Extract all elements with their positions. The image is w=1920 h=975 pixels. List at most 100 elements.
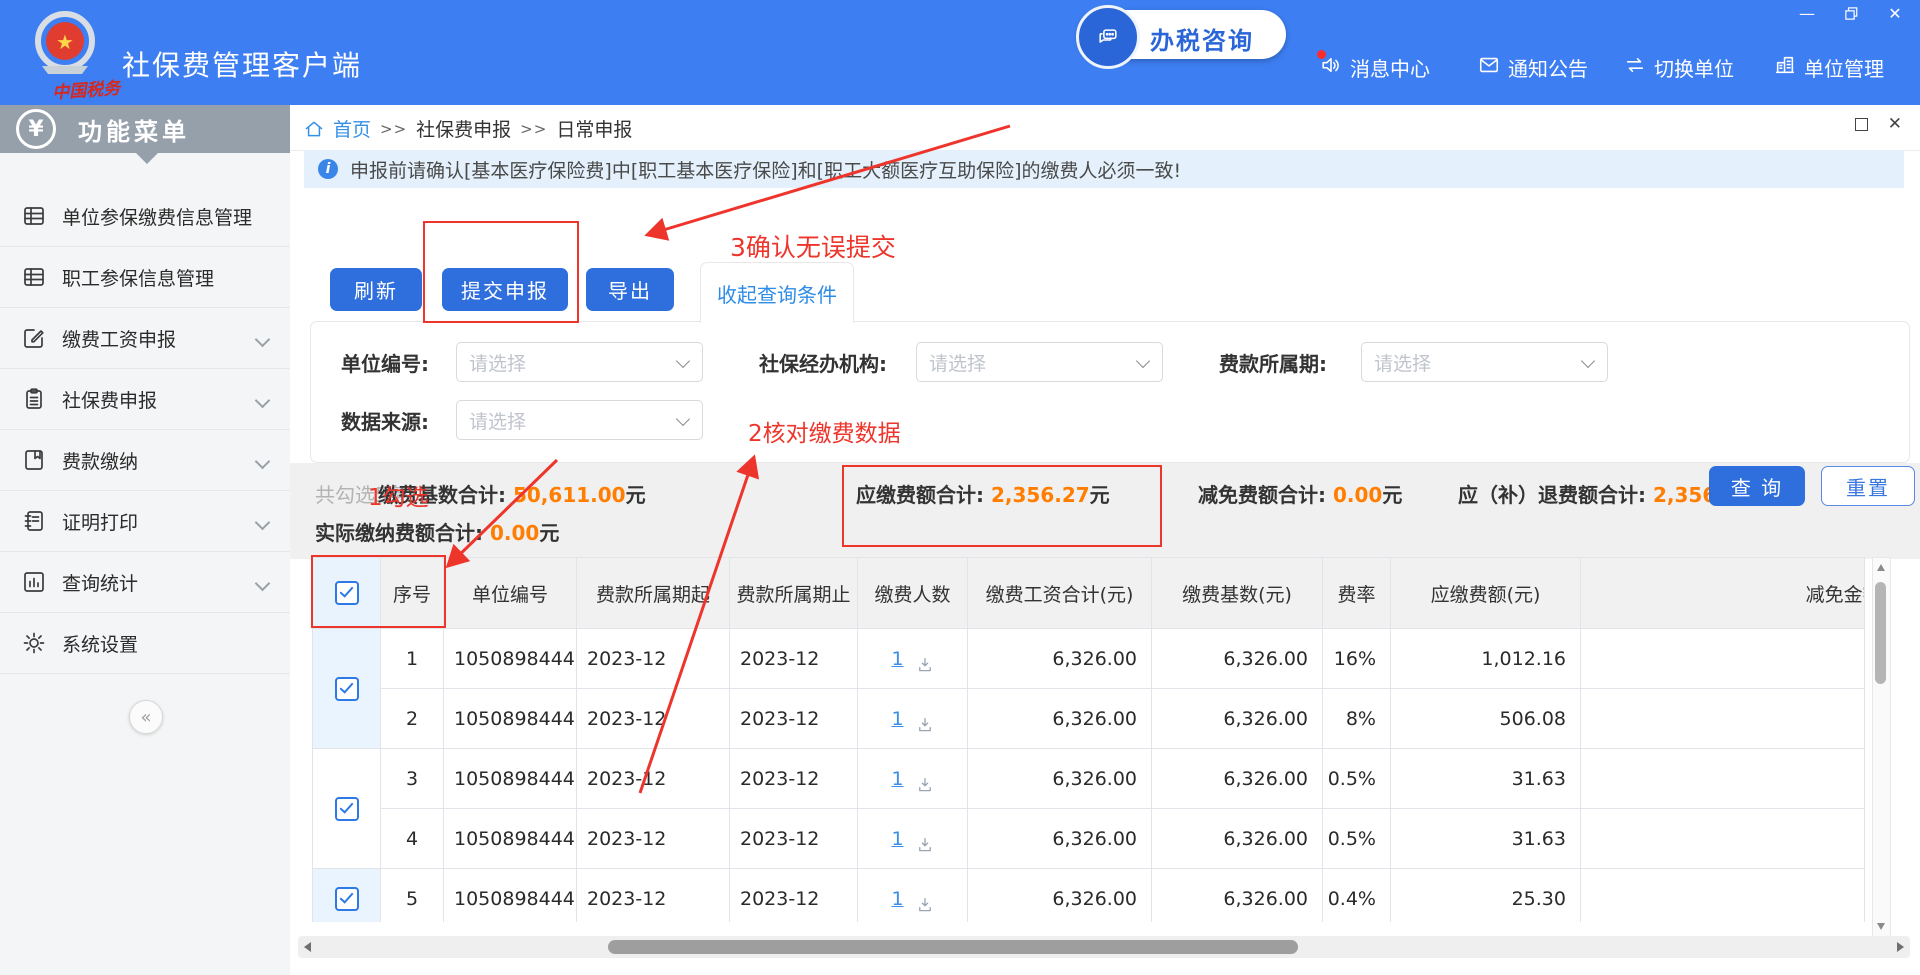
scroll-up-icon[interactable] [1877,564,1885,571]
sidebar-item-label: 查询统计 [62,569,138,596]
row-group-checkbox[interactable] [335,887,359,911]
cell-rate: 0.5% [1323,749,1391,809]
scroll-left-icon[interactable] [304,942,311,952]
export-button[interactable]: 导出 [586,268,674,311]
summary-unit: 元 [626,483,646,507]
edit-icon [22,326,46,350]
cell-period-start: 2023-12 [577,629,730,689]
col-reduction: 减免金额(元) [1581,558,1866,629]
sidebar-item-system-settings[interactable]: 系统设置 [0,613,290,674]
sidebar-item-employee-insured-info[interactable]: 职工参保信息管理 [0,247,290,308]
row-group-checkbox[interactable] [335,677,359,701]
menu-message-center[interactable]: 消息中心 [1320,52,1430,82]
download-icon[interactable] [916,716,934,734]
sidebar-item-salary-declare[interactable]: 缴费工资申报 [0,308,290,369]
agency-select[interactable]: 请选择 [916,342,1163,382]
chevron-down-icon [1581,354,1595,368]
fee-period-select[interactable]: 请选择 [1361,342,1608,382]
payer-count-link[interactable]: 1 [891,768,903,790]
sidebar-notch [136,153,158,164]
scroll-right-icon[interactable] [1897,942,1904,952]
col-payable: 应缴费额(元) [1391,558,1581,629]
summary-actual-paid-total: 实际缴纳费额合计: 0.00元 [315,517,559,546]
cell-salary-total: 6,326.00 [968,629,1152,689]
table-row: 2 10508984442 2023-12 2023-12 1 6,326.00… [313,689,1866,749]
select-all-checkbox[interactable] [335,581,359,605]
summary-label: 应缴费额合计: [856,483,984,507]
alert-bar: i 申报前请确认[基本医疗保险费]中[职工基本医疗保险]和[职工大额医疗互助保险… [304,150,1904,188]
maximize-icon[interactable] [1855,118,1868,131]
cell-rate: 16% [1323,629,1391,689]
vertical-scrollbar[interactable] [1872,557,1891,937]
cell-base: 6,326.00 [1152,869,1323,923]
summary-unit: 元 [1090,483,1110,507]
breadcrumb-home[interactable]: 首页 [333,115,371,142]
alert-text: 申报前请确认[基本医疗保险费]中[职工基本医疗保险]和[职工大额医疗互助保险]的… [350,156,1181,183]
payer-count-link[interactable]: 1 [891,708,903,730]
sidebar-item-certificate-print[interactable]: 证明打印 [0,491,290,552]
breadcrumb-level1: 社保费申报 [416,115,511,142]
sidebar-collapse-button[interactable]: « [129,700,163,734]
reset-button[interactable]: 重置 [1821,466,1915,506]
col-rate: 费率 [1323,558,1391,629]
download-icon[interactable] [916,836,934,854]
sidebar-item-social-fee-declare[interactable]: 社保费申报 [0,369,290,430]
field-label-data-source: 数据来源: [341,406,429,435]
cell-period-start: 2023-12 [577,869,730,923]
menu-notice-bulletin[interactable]: 通知公告 [1478,52,1588,82]
collapse-query-tab[interactable]: 收起查询条件 [700,262,854,323]
cell-seq: 3 [381,749,444,809]
data-source-select[interactable]: 请选择 [456,400,703,440]
menu-switch-unit[interactable]: 切换单位 [1624,52,1734,82]
cell-salary-total: 6,326.00 [968,809,1152,869]
speaker-icon [1320,54,1342,81]
chevron-down-icon [1136,354,1150,368]
cell-seq: 1 [381,629,444,689]
sidebar-item-query-statistics[interactable]: 查询统计 [0,552,290,613]
logo-caption: 中国税务 [51,74,121,104]
breadcrumb-separator: >> [520,120,547,138]
horizontal-scrollbar[interactable] [298,936,1910,958]
cell-reduction [1581,629,1866,689]
download-icon[interactable] [916,776,934,794]
close-icon[interactable]: ✕ [1888,119,1902,130]
table-icon [22,265,46,289]
sidebar-item-label: 职工参保信息管理 [62,264,214,291]
refresh-button[interactable]: 刷新 [330,268,422,311]
table-row: 1 10508984442 2023-12 2023-12 1 6,326.00… [313,629,1866,689]
horizontal-scroll-thumb[interactable] [608,940,1298,954]
unit-no-select[interactable]: 请选择 [456,342,703,382]
chat-icon [1076,5,1140,69]
download-icon[interactable] [916,656,934,674]
minimize-icon[interactable]: — [1798,4,1816,22]
cell-payable: 31.63 [1391,749,1581,809]
cell-unit-no: 10508984442 [444,749,577,809]
table-icon [22,204,46,228]
swap-icon [1624,54,1646,81]
tax-consult-button[interactable]: 办税咨询 [1078,10,1286,59]
sidebar-item-fee-payment[interactable]: 费款缴纳 [0,430,290,491]
col-period-end: 费款所属期止 [730,558,858,629]
cell-period-end: 2023-12 [730,629,858,689]
scroll-down-icon[interactable] [1877,923,1885,930]
download-icon[interactable] [916,896,934,914]
row-group-checkbox[interactable] [335,797,359,821]
menu-unit-management[interactable]: 单位管理 [1774,52,1884,82]
select-placeholder: 请选择 [929,349,986,376]
table-header-row: 序号 单位编号 费款所属期起 费款所属期止 缴费人数 缴费工资合计(元) 缴费基… [313,558,1866,629]
vertical-scroll-thumb[interactable] [1875,582,1886,684]
select-placeholder: 请选择 [1374,349,1431,376]
payer-count-link[interactable]: 1 [891,648,903,670]
payer-count-link[interactable]: 1 [891,888,903,910]
restore-icon[interactable] [1842,4,1860,22]
table-row: 3 10508984442 2023-12 2023-12 1 6,326.00… [313,749,1866,809]
envelope-icon [1478,54,1500,81]
payer-count-link[interactable]: 1 [891,828,903,850]
sidebar-item-unit-insured-info[interactable]: 单位参保缴费信息管理 [0,186,290,247]
field-label-fee-period: 费款所属期: [1219,348,1327,377]
cell-reduction [1581,809,1866,869]
menu-unit-management-label: 单位管理 [1804,53,1884,82]
close-icon[interactable]: ✕ [1886,4,1904,22]
search-button[interactable]: 查 询 [1709,466,1805,506]
submit-declare-button[interactable]: 提交申报 [442,268,568,311]
